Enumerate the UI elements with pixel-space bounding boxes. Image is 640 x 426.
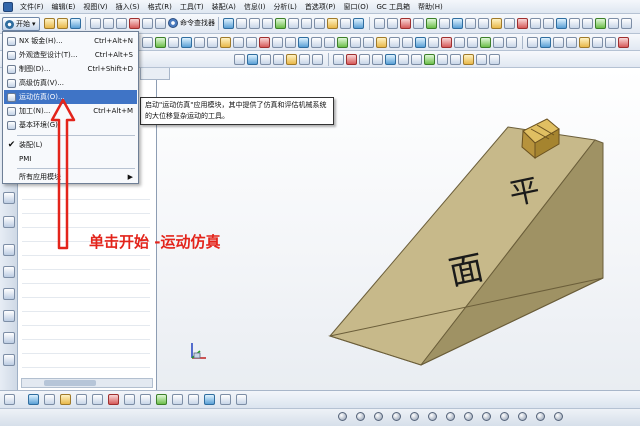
tutorial-annotation: 单击开始 -运动仿真 — [89, 233, 221, 251]
red-up-arrow-icon — [50, 98, 76, 250]
tutorial-arrow — [50, 98, 76, 250]
